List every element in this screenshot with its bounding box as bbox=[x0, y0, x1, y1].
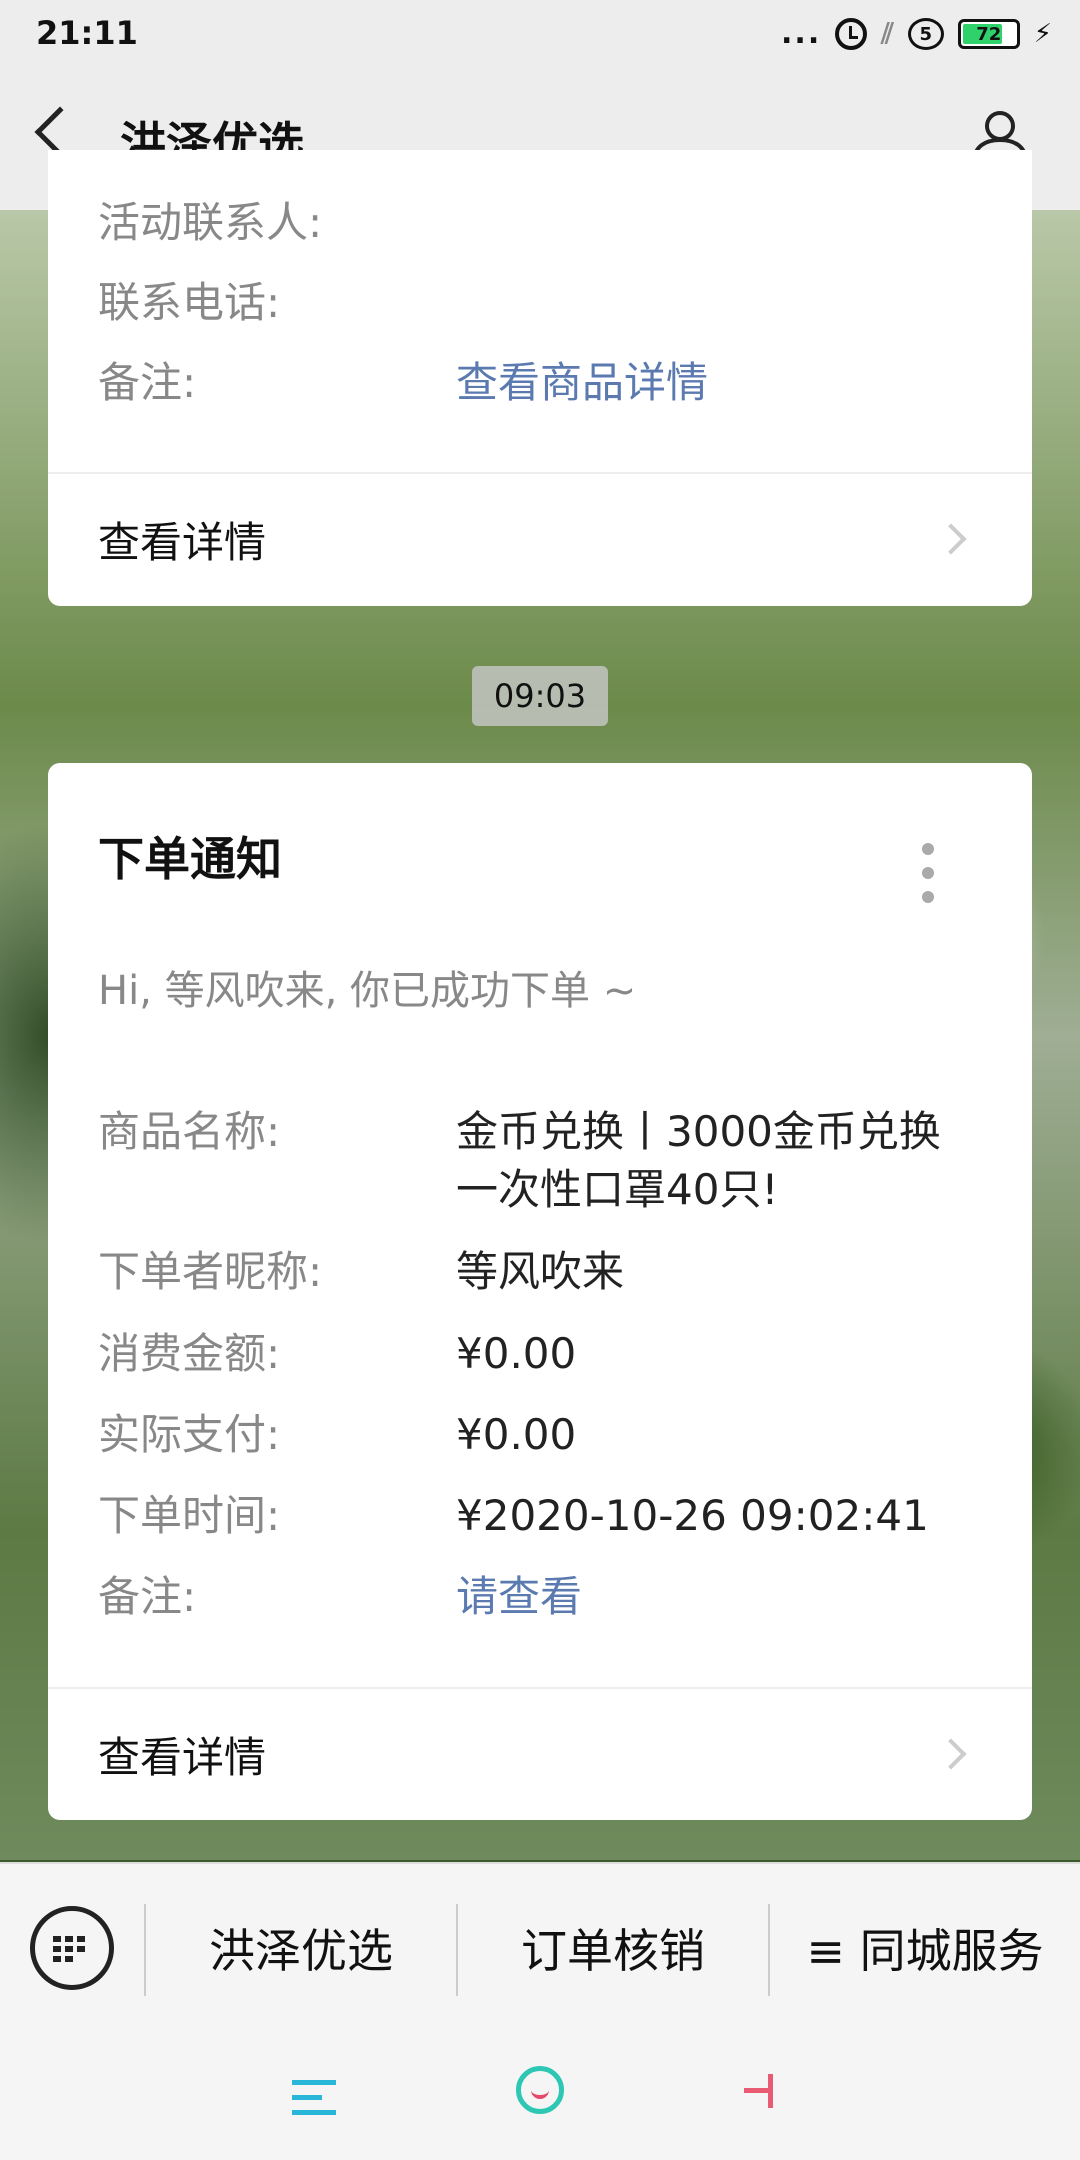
menu-item-local-services[interactable]: ≡ 同城服务 bbox=[770, 1864, 1080, 2032]
keyboard-toggle-icon[interactable] bbox=[30, 1906, 114, 1990]
card-row: 备注: 查看商品详情 bbox=[98, 354, 982, 412]
order-notification-card: 下单通知 Hi, 等风吹来, 你已成功下单 ~ 商品名称: 金币兑换丨3000金… bbox=[48, 763, 1032, 1820]
view-details-label: 查看详情 bbox=[98, 1732, 267, 1782]
official-account-menu: 洪泽优选 订单核销 ≡ 同城服务 bbox=[0, 1862, 1080, 2030]
row-label: 下单时间: bbox=[98, 1491, 281, 1540]
card-row: 实际支付: ¥0.00 bbox=[98, 1406, 982, 1464]
card-row: 活动联系人: bbox=[98, 194, 982, 252]
row-label: 备注: bbox=[98, 1572, 197, 1621]
view-details-button[interactable]: 查看详情 bbox=[98, 474, 982, 604]
row-label: 下单者昵称: bbox=[98, 1247, 323, 1296]
card-row: 备注: 请查看 bbox=[98, 1568, 982, 1626]
view-details-label: 查看详情 bbox=[98, 517, 267, 567]
row-value: ¥2020-10-26 09:02:41 bbox=[456, 1491, 929, 1540]
card-row: 联系电话: bbox=[98, 274, 982, 332]
menu-item-order-verify[interactable]: 订单核销 bbox=[458, 1864, 768, 2032]
home-icon[interactable] bbox=[516, 2066, 564, 2114]
card-row: 商品名称: 金币兑换丨3000金币兑换一次性口罩40只! bbox=[98, 1103, 982, 1219]
card-row: 消费金额: ¥0.00 bbox=[98, 1325, 982, 1383]
notification-card-previous: 活动联系人: 联系电话: 备注: 查看商品详情 查看详情 bbox=[48, 150, 1032, 606]
row-label: 商品名称: bbox=[98, 1107, 281, 1156]
charging-icon: ⚡ bbox=[1033, 19, 1052, 49]
battery-icon: 72 bbox=[957, 19, 1020, 49]
card-row: 下单时间: ¥2020-10-26 09:02:41 bbox=[98, 1487, 982, 1545]
product-detail-link[interactable]: 查看商品详情 bbox=[456, 354, 982, 412]
row-value bbox=[456, 274, 982, 332]
signal-icon: ⫽ bbox=[881, 17, 894, 50]
status-bar: 21:11 ... ⫽ 5 72 ⚡ bbox=[0, 0, 1080, 68]
status-icons: ... ⫽ 5 72 ⚡ bbox=[781, 16, 1052, 52]
card-title: 下单通知 bbox=[98, 832, 282, 886]
card-row: 下单者昵称: 等风吹来 bbox=[98, 1243, 982, 1301]
row-value: ¥0.00 bbox=[456, 1329, 577, 1378]
notification-dots-icon: ... bbox=[781, 16, 822, 51]
greeting-text: Hi, 等风吹来, 你已成功下单 ~ bbox=[98, 968, 637, 1014]
alarm-icon bbox=[835, 18, 868, 50]
chevron-right-icon bbox=[935, 1738, 967, 1770]
network-5g-icon: 5 bbox=[907, 18, 944, 50]
row-label: 联系电话: bbox=[98, 278, 281, 327]
row-value bbox=[456, 194, 982, 252]
back-icon[interactable] bbox=[744, 2074, 774, 2108]
row-label: 活动联系人: bbox=[98, 198, 323, 247]
status-time: 21:11 bbox=[36, 14, 138, 52]
remark-link[interactable]: 请查看 bbox=[456, 1568, 982, 1626]
row-value: ¥0.00 bbox=[456, 1410, 577, 1459]
row-label: 备注: bbox=[98, 358, 197, 407]
battery-level: 72 bbox=[976, 23, 1002, 45]
row-label: 消费金额: bbox=[98, 1329, 281, 1378]
system-navigation-bar bbox=[0, 2030, 1080, 2160]
view-details-button[interactable]: 查看详情 bbox=[98, 1689, 982, 1819]
row-value: 金币兑换丨3000金币兑换一次性口罩40只! bbox=[456, 1107, 941, 1214]
menu-item-hongze-select[interactable]: 洪泽优选 bbox=[146, 1864, 456, 2032]
row-label: 实际支付: bbox=[98, 1410, 281, 1459]
more-options-icon[interactable] bbox=[922, 843, 936, 915]
row-value: 等风吹来 bbox=[456, 1247, 625, 1296]
recent-apps-icon[interactable] bbox=[292, 2080, 336, 2125]
message-timestamp: 09:03 bbox=[472, 666, 608, 726]
chevron-right-icon bbox=[935, 523, 967, 555]
